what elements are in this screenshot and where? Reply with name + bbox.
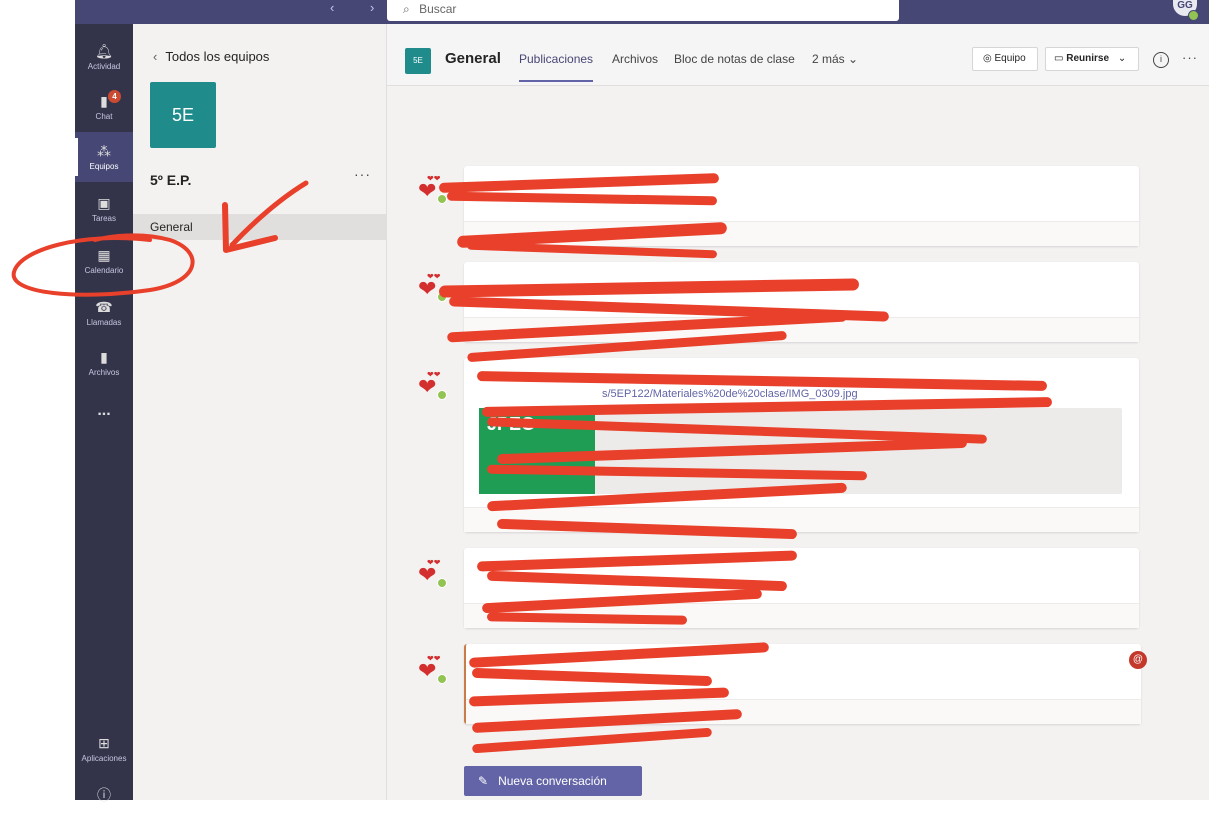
- help-icon: ⓘ: [97, 787, 111, 803]
- redaction-scribble: [471, 727, 713, 754]
- history-arrows[interactable]: ‹ ›: [330, 0, 390, 15]
- search-placeholder: Buscar: [419, 2, 457, 16]
- rail-label: Calendario: [84, 266, 124, 275]
- all-teams-label: Todos los equipos: [165, 49, 270, 64]
- info-button[interactable]: i: [1153, 52, 1169, 68]
- files-icon: ▮: [100, 349, 108, 365]
- presence-dot: [1188, 10, 1199, 21]
- phone-icon: ☎: [95, 299, 113, 315]
- rail-calendar[interactable]: ▦ Calendario: [75, 236, 133, 286]
- team-panel: ‹ Todos los equipos 5E 5º E.P. ··· Genera…: [133, 24, 387, 800]
- presence-dot: [437, 390, 447, 400]
- channel-general[interactable]: General: [133, 214, 386, 240]
- rail-more[interactable]: ...: [75, 392, 133, 442]
- video-icon: ▭: [1054, 53, 1064, 64]
- search-icon: ⌕: [403, 2, 410, 16]
- rail-chat[interactable]: ▮ 4 Chat: [75, 82, 133, 132]
- tab-bloc-notas[interactable]: Bloc de notas de clase: [674, 52, 795, 66]
- teams-icon: ⁂: [97, 143, 111, 159]
- heart-icon: ❤: [418, 562, 437, 587]
- presence-dot: [437, 578, 447, 588]
- app-rail: 🔔︎ Actividad ▮ 4 Chat ⁂ Equipos ▣ Tareas…: [75, 24, 133, 803]
- team-button-label: Equipo: [994, 53, 1026, 64]
- heart-icon: ❤: [418, 658, 437, 683]
- rail-label: Archivos: [88, 368, 120, 377]
- channel-header: 5E General Publicaciones Archivos Bloc d…: [387, 24, 1209, 86]
- rail-activity[interactable]: 🔔︎ Actividad: [75, 32, 133, 82]
- search-box[interactable]: ⌕ Buscar: [387, 0, 899, 21]
- team-name: 5º E.P.: [150, 172, 192, 188]
- heart-icon: ❤: [418, 276, 437, 301]
- mention-icon: @: [1129, 651, 1147, 669]
- rail-label: Actividad: [87, 62, 121, 71]
- chevron-down-icon: ⌄: [1117, 53, 1127, 64]
- meet-button[interactable]: ▭ Reunirse ⌄: [1045, 47, 1139, 71]
- meet-button-label: Reunirse: [1066, 53, 1110, 64]
- chat-badge: 4: [108, 90, 121, 103]
- compose-icon: ✎: [478, 774, 489, 788]
- more-options-button[interactable]: ···: [1182, 50, 1198, 65]
- team-button[interactable]: ◎ Equipo: [972, 47, 1038, 71]
- more-icon: ...: [97, 402, 111, 419]
- rail-tasks[interactable]: ▣ Tareas: [75, 184, 133, 234]
- rail-label: Tareas: [91, 214, 116, 223]
- channel-title: General: [445, 50, 501, 67]
- heart-icon: ❤: [418, 374, 437, 399]
- new-conversation-label: Nueva conversación: [498, 774, 607, 788]
- eye-icon: ◎: [983, 53, 992, 64]
- rail-calls[interactable]: ☎ Llamadas: [75, 288, 133, 338]
- apps-icon: ⊞: [98, 735, 110, 751]
- file-link[interactable]: s/5EP122/Materiales%20de%20clase/IMG_030…: [602, 388, 858, 400]
- tab-more-label: 2 más: [812, 52, 845, 66]
- avatar: ❤❤ ❤: [415, 654, 447, 684]
- rail-apps[interactable]: ⊞ Aplicaciones: [75, 724, 133, 774]
- rail-label: Aplicaciones: [81, 754, 127, 763]
- rail-label: Equipos: [89, 162, 119, 171]
- tab-archivos[interactable]: Archivos: [612, 52, 658, 66]
- tab-more[interactable]: 2 más ⌄: [812, 52, 858, 66]
- team-more-button[interactable]: ···: [354, 166, 371, 182]
- presence-dot: [437, 194, 447, 204]
- rail-label: Llamadas: [86, 318, 122, 327]
- avatar: ❤❤ ❤: [415, 558, 447, 588]
- rail-files[interactable]: ▮ Archivos: [75, 338, 133, 388]
- chevron-down-icon: ⌄: [848, 52, 859, 66]
- new-conversation-button[interactable]: ✎ Nueva conversación: [464, 766, 642, 796]
- team-tile: 5E: [150, 82, 216, 148]
- all-teams-link[interactable]: ‹ Todos los equipos: [153, 49, 269, 64]
- tasks-icon: ▣: [97, 195, 111, 211]
- calendar-icon: ▦: [97, 247, 111, 263]
- rail-label: Chat: [95, 112, 113, 121]
- heart-icon: ❤: [418, 178, 437, 203]
- tab-publicaciones[interactable]: Publicaciones: [519, 52, 594, 82]
- top-bar: ‹ › ⌕ Buscar GG: [75, 0, 1209, 24]
- rail-help[interactable]: ⓘ: [75, 776, 133, 826]
- channel-tile: 5E: [405, 48, 431, 74]
- avatar: ❤❤ ❤: [415, 370, 447, 400]
- bell-icon: 🔔︎: [95, 43, 113, 59]
- channel-main: 5E General Publicaciones Archivos Bloc d…: [387, 24, 1209, 800]
- chevron-left-icon: ‹: [153, 49, 158, 64]
- rail-teams[interactable]: ⁂ Equipos: [75, 132, 133, 182]
- presence-dot: [437, 674, 447, 684]
